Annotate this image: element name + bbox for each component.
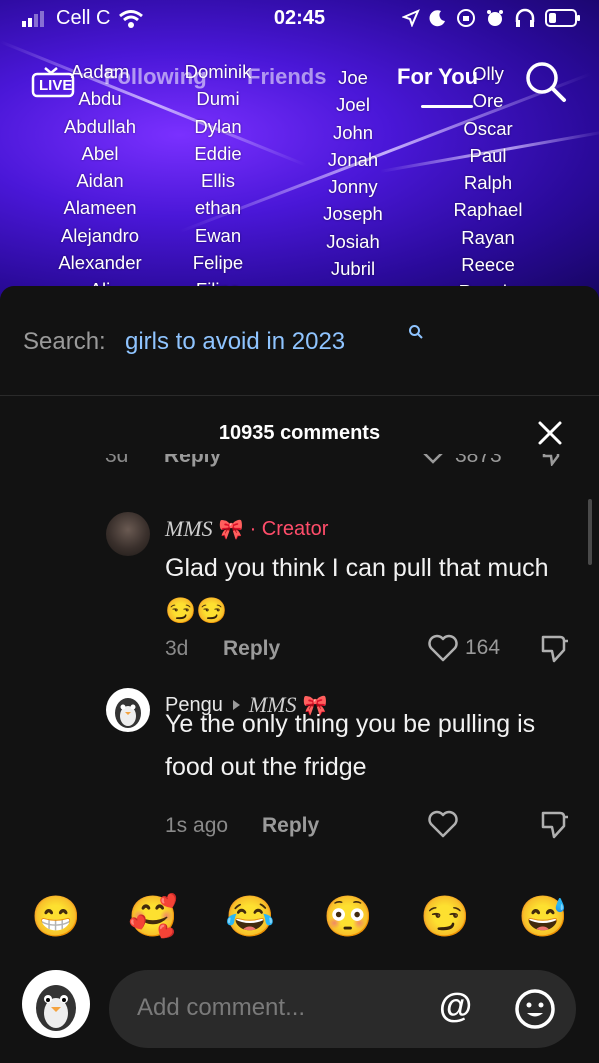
comment-text: Ye the only thing you be pulling is food… [165,710,536,781]
creator-badge: · Creator [249,517,329,540]
comment-input[interactable]: Add comment... @ [109,970,576,1048]
like-button[interactable] [427,810,459,838]
close-icon[interactable] [537,420,563,446]
video-name-text: Abdullah [63,115,136,137]
comments-header: 10935 comments [0,412,599,452]
video-name-text: Jubril [330,258,376,280]
video-name-text: Alejandro [60,224,140,246]
my-avatar[interactable] [22,970,90,1038]
video-name-text: Felipe [192,252,244,274]
penguin-avatar-icon [36,985,76,1031]
search-icon[interactable] [524,60,568,104]
emoji-sweat-smile[interactable]: 😅 [518,892,568,942]
active-tab-indicator [421,105,473,108]
dislike-icon[interactable] [538,634,570,664]
comment-item: MMS 🎀 · Creator Glad you think I can pul… [0,510,599,680]
search-query-link[interactable]: girls to avoid in 2023 [125,328,345,356]
video-name-text: Ellis [201,170,235,192]
penguin-avatar-icon [115,698,141,728]
reply-button[interactable]: Reply [262,814,319,838]
heart-icon[interactable] [420,454,446,464]
video-name-text: Abel [81,142,119,164]
tab-following[interactable]: Following [104,64,207,90]
top-navigation: LIVE Following Friends For You [0,56,599,108]
headphones-icon [515,8,535,27]
location-icon [402,9,420,27]
video-name-text: Jonah [327,148,379,170]
comments-sheet: Search: girls to avoid in 2023 10935 com… [0,286,599,1063]
live-button[interactable]: LIVE [31,66,75,103]
avatar[interactable] [106,688,150,732]
tab-for-you[interactable]: For You [397,64,478,90]
video-name-text: Raphael [453,199,523,221]
status-bar: Cell C 02:45 [0,0,599,40]
emoji-smirk[interactable]: 😏 [420,892,470,942]
video-name-text: Oscar [463,117,513,139]
emoji-picker-icon[interactable] [514,988,556,1030]
video-background[interactable]: Aadam Abdu Abdullah Abel Aidan Alameen Alejand… [0,0,599,300]
comment-author-row: MMS 🎀 · Creator [165,516,328,542]
like-button[interactable]: 164 [427,634,500,662]
moon-icon [429,10,445,27]
comment-meta: 1s ago Reply [165,814,319,838]
heart-icon [428,810,458,838]
search-suggestion[interactable]: Search: girls to avoid in 2023 [0,286,599,396]
video-name-text: Ralph [463,172,513,194]
tab-friends[interactable]: Friends [247,64,326,90]
video-name-text: Reece [461,254,515,276]
video-name-text: Rayan [461,226,515,248]
comment-text: Glad you think I can pull that much😏😏 [165,554,549,625]
comment-input-row: Add comment... @ [0,970,599,1050]
comment-count: 10935 comments [218,422,381,444]
video-name-text: John [332,121,374,143]
comment-time: 1s ago [165,814,229,837]
comment-author[interactable]: MMS [165,516,213,542]
author-emoji: 🎀 [218,518,244,541]
comment-time: 3d [165,637,189,660]
dislike-icon[interactable] [538,810,570,840]
video-name-text: Aidan [76,170,124,192]
video-name-text: Ewan [194,224,242,246]
emoji-flushed[interactable]: 😳 [323,892,373,942]
live-label: LIVE [39,77,73,94]
video-name-text: Paul [469,144,507,166]
video-name-text: ethan [194,197,242,219]
heart-icon [428,634,458,662]
clipped-reply[interactable]: Reply [164,454,221,468]
emoji-tears-of-joy[interactable]: 😂 [225,892,275,942]
emoji-smiling-hearts[interactable]: 🥰 [128,892,178,942]
comment-meta: 3d Reply [165,637,280,661]
comment-placeholder: Add comment... [137,994,306,1021]
clipped-likes: 3873 [455,454,502,467]
like-count: 164 [465,636,501,659]
rotation-lock-icon [457,9,475,27]
video-name-text: Josiah [326,230,380,252]
clipped-time: 3d [105,454,129,467]
search-prefix: Search: [23,328,106,355]
video-name-text: Alameen [63,197,137,219]
video-name-text: Dylan [194,115,242,137]
clipped-comment-meta: 3d Reply 3873 [0,454,599,474]
emoji-grin[interactable]: 😁 [31,892,81,942]
video-name-text: Alexander [58,252,142,274]
video-name-text: Jonny [328,176,378,198]
battery-icon [545,9,580,27]
comment-item: Pengu MMS 🎀 Ye the only thing you be pul… [0,686,599,846]
dislike-icon[interactable] [540,454,566,466]
emoji-quick-bar: 😁 🥰 😂 😳 😏 😅 [0,892,599,952]
avatar[interactable] [106,512,150,556]
mention-button[interactable]: @ [439,987,472,1026]
search-small-icon [409,325,423,339]
video-name-text: Joseph [323,203,383,225]
alarm-icon [487,10,503,26]
video-name-text: Eddie [194,142,242,164]
reply-button[interactable]: Reply [223,637,280,661]
